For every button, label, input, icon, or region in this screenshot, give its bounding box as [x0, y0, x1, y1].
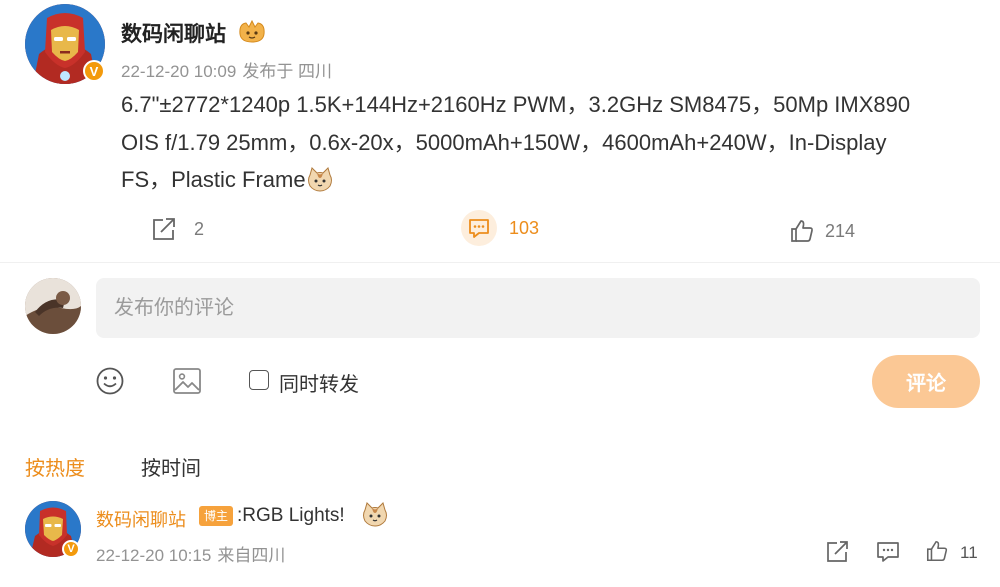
thumbs-up-icon [791, 220, 813, 242]
post-body: 6.7"±2772*1240p 1.5K+144Hz+2160Hz PWM，3.… [121, 86, 981, 199]
sort-by-hot-tab[interactable]: 按热度 [25, 452, 85, 481]
image-upload-icon[interactable] [172, 367, 202, 395]
repost-checkbox-label[interactable]: 同时转发 [279, 368, 359, 397]
comment-text: :RGB Lights! [237, 505, 345, 526]
comment-input[interactable] [96, 278, 980, 338]
comment-reply-icon[interactable] [875, 540, 901, 564]
repost-action[interactable]: 2 [150, 216, 204, 242]
comment-source: 来自四川 [217, 546, 286, 565]
post-source: 发布于 四川 [242, 62, 333, 81]
fan-badge-icon [237, 18, 267, 44]
user-avatar-icon [25, 278, 81, 334]
emoji-picker-icon[interactable] [95, 366, 125, 396]
comment-like-count: 11 [960, 543, 978, 562]
comment-count: 103 [509, 217, 540, 238]
repost-count: 2 [194, 218, 205, 239]
my-avatar [25, 278, 81, 334]
repost-checkbox[interactable] [249, 370, 269, 390]
cat-emoji-icon [306, 166, 334, 192]
like-count: 214 [825, 220, 856, 241]
cat-emoji-icon [361, 500, 389, 528]
comment-action[interactable]: 103 [461, 210, 539, 246]
comment-author-name[interactable]: 数码闲聊站 [96, 506, 186, 532]
comment-icon [461, 210, 497, 246]
comment-meta: 22-12-20 10:15 来自四川 [96, 541, 285, 566]
section-divider [0, 262, 1000, 263]
post-text-line: 6.7"±2772*1240p 1.5K+144Hz+2160Hz PWM，3.… [121, 92, 911, 117]
verified-badge-icon: V [83, 60, 105, 82]
post-meta: 22-12-20 10:09 发布于 四川 [121, 57, 332, 82]
post-author-name[interactable]: 数码闲聊站 [121, 18, 226, 48]
comment-time: 22-12-20 10:15 [96, 546, 212, 565]
sort-by-time-tab[interactable]: 按时间 [141, 452, 201, 481]
verified-badge-icon: V [62, 540, 80, 558]
comment-like-icon[interactable] [925, 539, 949, 563]
repost-icon [153, 218, 175, 240]
submit-comment-button[interactable]: 评论 [872, 355, 980, 408]
post-text-line-last: FS，Plastic Frame [121, 161, 981, 199]
like-action[interactable]: 214 [789, 218, 855, 244]
post-text-line: OIS f/1.79 25mm，0.6x-20x，5000mAh+150W，46… [121, 129, 887, 155]
comment-repost-icon[interactable] [825, 540, 851, 564]
post-time: 22-12-20 10:09 [121, 62, 237, 81]
author-badge: 博主 [199, 506, 234, 526]
